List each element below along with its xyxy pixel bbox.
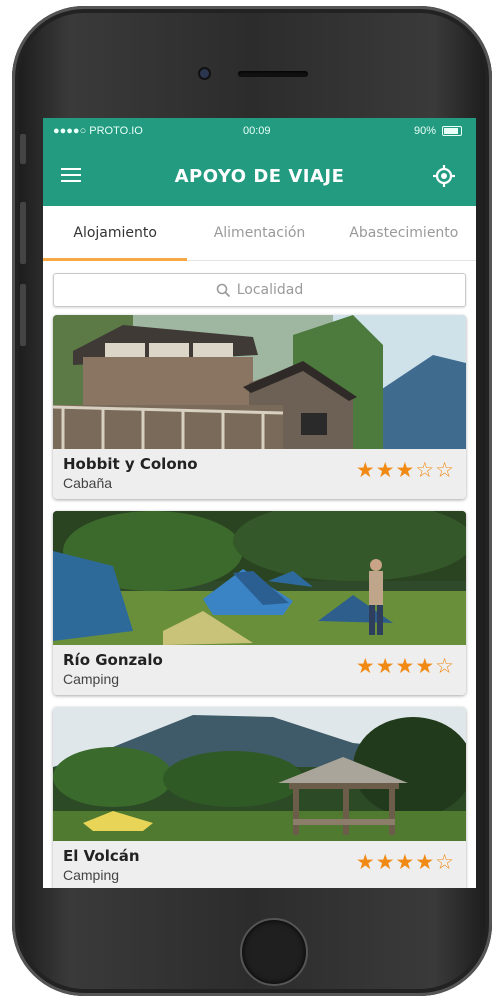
- app-bar: APOYO DE VIAJE: [43, 146, 476, 206]
- battery-status: 90%: [414, 125, 462, 137]
- home-button[interactable]: [240, 918, 308, 986]
- listing-card[interactable]: Río Gonzalo Camping ★ ★ ★ ★ ☆: [53, 511, 466, 695]
- listing-info: Hobbit y Colono Cabaña ★ ★ ★ ☆ ☆: [53, 449, 466, 499]
- listing-type: Camping: [63, 867, 120, 883]
- listing-photo: [53, 511, 466, 645]
- listing-name: Hobbit y Colono: [63, 455, 198, 473]
- category-tabs: Alojamiento Alimentación Abastecimiento: [43, 206, 476, 261]
- search-input[interactable]: Localidad: [53, 273, 466, 307]
- search-icon: [216, 283, 230, 297]
- volume-up-button: [20, 202, 26, 264]
- target-location-icon[interactable]: [432, 164, 456, 188]
- volume-down-button: [20, 284, 26, 346]
- star-empty-icon: ☆: [435, 458, 454, 482]
- tab-abastecimiento[interactable]: Abastecimiento: [332, 206, 476, 260]
- active-tab-indicator: [43, 258, 187, 261]
- star-empty-icon: ☆: [435, 654, 454, 678]
- star-filled-icon: ★: [395, 850, 415, 874]
- listing-card[interactable]: Hobbit y Colono Cabaña ★ ★ ★ ☆ ☆: [53, 315, 466, 499]
- listing-photo: [53, 707, 466, 841]
- earpiece-speaker: [238, 71, 308, 77]
- status-bar: ●●●●○ PROTO.IO 00:09 90%: [43, 118, 476, 146]
- star-filled-icon: ★: [375, 850, 395, 874]
- star-filled-icon: ★: [375, 458, 395, 482]
- carrier-signal: ●●●●○ PROTO.IO: [53, 125, 143, 137]
- star-rating: ★ ★ ★ ★ ☆: [356, 655, 454, 677]
- star-filled-icon: ★: [395, 458, 415, 482]
- star-filled-icon: ★: [415, 850, 435, 874]
- star-filled-icon: ★: [375, 654, 395, 678]
- mute-switch: [20, 134, 26, 164]
- listing-info: Río Gonzalo Camping ★ ★ ★ ★ ☆: [53, 645, 466, 695]
- battery-icon: [442, 126, 462, 136]
- star-filled-icon: ★: [395, 654, 415, 678]
- star-empty-icon: ☆: [435, 850, 454, 874]
- listing-card[interactable]: El Volcán Camping ★ ★ ★ ★ ☆: [53, 707, 466, 888]
- star-filled-icon: ★: [355, 458, 375, 482]
- listing-type: Cabaña: [63, 475, 113, 491]
- star-empty-icon: ☆: [415, 458, 435, 482]
- listing-photo: [53, 315, 466, 449]
- star-filled-icon: ★: [355, 654, 375, 678]
- search-placeholder: Localidad: [236, 282, 304, 298]
- battery-percent: 90%: [413, 125, 436, 137]
- status-time: 00:09: [243, 125, 271, 137]
- star-rating: ★ ★ ★ ☆ ☆: [356, 459, 454, 481]
- app-title: APOYO DE VIAJE: [174, 165, 345, 187]
- front-camera: [200, 69, 209, 78]
- tab-alimentacion[interactable]: Alimentación: [187, 206, 331, 260]
- hamburger-menu-icon[interactable]: [61, 168, 81, 182]
- listing-type: Camping: [63, 671, 120, 687]
- listing-info: El Volcán Camping ★ ★ ★ ★ ☆: [53, 841, 466, 888]
- star-filled-icon: ★: [415, 654, 435, 678]
- listing-name: Río Gonzalo: [63, 651, 163, 669]
- star-filled-icon: ★: [355, 850, 375, 874]
- star-rating: ★ ★ ★ ★ ☆: [356, 851, 454, 873]
- app-screen: ●●●●○ PROTO.IO 00:09 90% APOYO DE VIAJE …: [43, 118, 476, 888]
- listing-name: El Volcán: [63, 847, 140, 865]
- tab-alojamiento[interactable]: Alojamiento: [43, 206, 187, 260]
